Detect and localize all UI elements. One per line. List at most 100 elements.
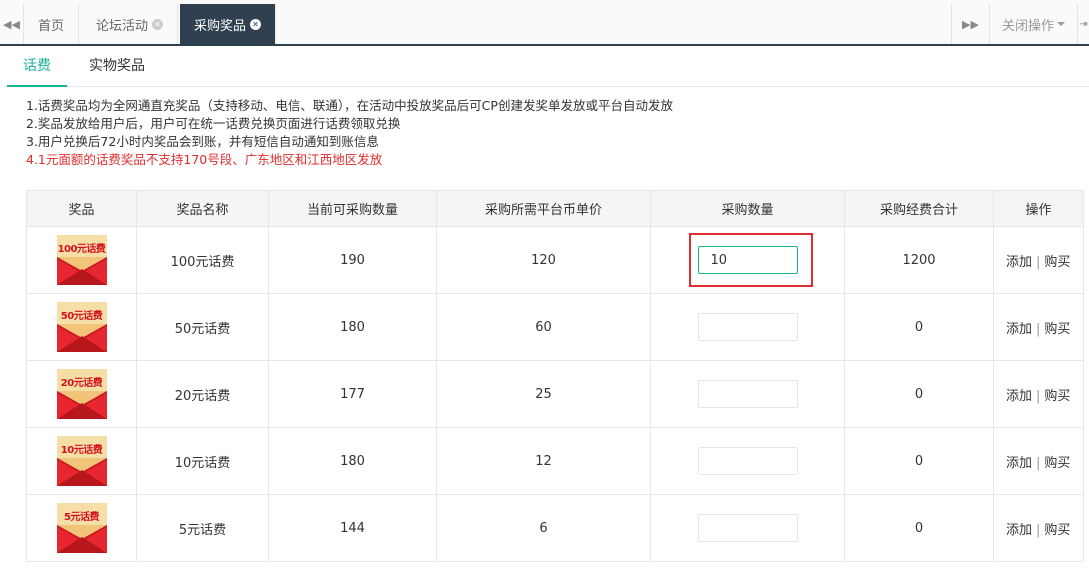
available-quantity: 190: [268, 226, 437, 294]
quantity-cell: [650, 427, 845, 495]
tab-label: 话费: [23, 58, 51, 74]
operations-cell: 添加 | 购买: [993, 293, 1084, 361]
note-line: 2.奖品发放给用户后，用户可在统一话费兑换页面进行话费领取兑换: [26, 116, 401, 131]
close-icon[interactable]: ✕: [250, 18, 262, 30]
table-row: 50元话费 50元话费 180 60 0 添加 | 购买: [26, 293, 1084, 361]
column-header: 采购经费合计: [844, 190, 994, 227]
prize-image-cell: 10元话费: [26, 427, 137, 495]
table-row: 5元话费 5元话费 144 6 0 添加 | 购买: [26, 494, 1084, 562]
table-header-row: 奖品 奖品名称 当前可采购数量 采购所需平台币单价 采购数量 采购经费合计 操作: [26, 190, 1084, 227]
red-envelope-image: 20元话费: [56, 369, 107, 419]
total-cost: 1200: [844, 226, 994, 294]
separator: |: [1036, 388, 1041, 404]
tab-label: 采购奖品: [194, 18, 247, 34]
prize-image-cell: 50元话费: [26, 293, 137, 361]
unit-price: 25: [436, 360, 651, 428]
quantity-cell: [650, 226, 845, 294]
total-cost: 0: [844, 360, 994, 428]
close-operations-label: 关闭操作: [1001, 18, 1054, 34]
add-link[interactable]: 添加: [1006, 322, 1032, 337]
envelope-label: 20元话费: [60, 378, 103, 389]
envelope-label: 50元话费: [60, 311, 103, 322]
available-quantity: 180: [268, 427, 437, 495]
tab-purchase-prizes[interactable]: 采购奖品 ✕: [180, 4, 277, 44]
unit-price: 120: [436, 226, 651, 294]
table-row: 20元话费 20元话费 177 25 0 添加 | 购买: [26, 360, 1084, 428]
envelope-label: 5元话费: [64, 512, 99, 523]
envelope-label: 10元话费: [60, 445, 103, 456]
available-quantity: 144: [268, 494, 437, 562]
close-operations-dropdown[interactable]: 关闭操作: [989, 4, 1077, 44]
quantity-input[interactable]: [697, 447, 798, 475]
red-envelope-image: 50元话费: [56, 302, 107, 352]
prize-image-cell: 100元话费: [26, 226, 137, 294]
buy-link[interactable]: 购买: [1044, 255, 1070, 270]
red-envelope-image: 10元话费: [56, 436, 107, 486]
buy-link[interactable]: 购买: [1044, 322, 1070, 337]
operations-cell: 添加 | 购买: [993, 226, 1084, 294]
separator: |: [1036, 321, 1041, 337]
operations-cell: 添加 | 购买: [993, 360, 1084, 428]
prize-name: 5元话费: [136, 494, 269, 562]
add-link[interactable]: 添加: [1006, 255, 1032, 270]
column-header: 采购数量: [650, 190, 845, 227]
envelope-label: 100元话费: [57, 244, 106, 255]
caret-down-icon: [1057, 22, 1065, 26]
instructions: 1.话费奖品均为全网通直充奖品（支持移动、电信、联通），在活动中投放奖品后可CP…: [26, 97, 673, 169]
quantity-input[interactable]: [697, 514, 798, 542]
buy-link[interactable]: 购买: [1044, 389, 1070, 404]
table-row: 100元话费 100元话费 190 120 1200 添加 |购买: [26, 226, 1084, 294]
quantity-cell: [650, 293, 845, 361]
separator: |: [1036, 522, 1041, 538]
double-chevron-left-icon[interactable]: ◀◀: [0, 4, 24, 44]
quantity-input[interactable]: [697, 313, 798, 341]
prize-name: 100元话费: [136, 226, 269, 294]
separator: |: [1036, 455, 1041, 471]
table-row: 10元话费 10元话费 180 12 0 添加 | 购买: [26, 427, 1084, 495]
separator: |: [1036, 254, 1041, 270]
add-link[interactable]: 添加: [1006, 523, 1032, 538]
quantity-cell: [650, 360, 845, 428]
tab-label: 论坛活动: [96, 18, 149, 34]
tab-phone-credit[interactable]: 话费: [7, 48, 67, 87]
available-quantity: 180: [268, 293, 437, 361]
prize-name: 50元话费: [136, 293, 269, 361]
red-envelope-image: 100元话费: [56, 235, 107, 285]
double-chevron-right-icon[interactable]: ▶▶: [951, 4, 989, 44]
total-cost: 0: [844, 427, 994, 495]
quantity-input[interactable]: [697, 246, 798, 274]
note-line-warning: 4.1元面额的话费奖品不支持170号段、广东地区和江西地区发放: [26, 152, 383, 167]
add-link[interactable]: 添加: [1006, 389, 1032, 404]
add-link[interactable]: 添加: [1006, 456, 1032, 471]
prize-name: 10元话费: [136, 427, 269, 495]
tab-label: 实物奖品: [89, 58, 145, 74]
note-line: 3.用户兑换后72小时内奖品会到账，并有短信自动通知到账信息: [26, 134, 379, 149]
unit-price: 12: [436, 427, 651, 495]
prize-image-cell: 5元话费: [26, 494, 137, 562]
prize-image-cell: 20元话费: [26, 360, 137, 428]
top-tab-bar: ◀◀ 首页 论坛活动 ✕ 采购奖品 ✕ ▶▶ 关闭操作 ⇥: [0, 0, 1089, 46]
prize-table: 奖品 奖品名称 当前可采购数量 采购所需平台币单价 采购数量 采购经费合计 操作…: [26, 190, 1084, 562]
prize-type-tabs: 话费 实物奖品: [4, 48, 1089, 87]
unit-price: 6: [436, 494, 651, 562]
close-icon[interactable]: ✕: [152, 18, 164, 30]
buy-link[interactable]: 购买: [1044, 523, 1070, 538]
column-header: 当前可采购数量: [268, 190, 437, 227]
column-header: 操作: [993, 190, 1084, 227]
exit-icon[interactable]: ⇥: [1077, 4, 1089, 44]
quantity-input[interactable]: [697, 380, 798, 408]
note-line: 1.话费奖品均为全网通直充奖品（支持移动、电信、联通），在活动中投放奖品后可CP…: [26, 98, 673, 113]
column-header: 采购所需平台币单价: [436, 190, 651, 227]
tab-home[interactable]: 首页: [24, 4, 80, 44]
red-envelope-image: 5元话费: [56, 503, 107, 553]
quantity-cell: [650, 494, 845, 562]
prize-name: 20元话费: [136, 360, 269, 428]
tab-physical-prizes[interactable]: 实物奖品: [73, 48, 161, 87]
total-cost: 0: [844, 494, 994, 562]
buy-link[interactable]: 购买: [1044, 456, 1070, 471]
operations-cell: 添加 | 购买: [993, 494, 1084, 562]
tab-label: 首页: [38, 18, 65, 34]
tab-forum-activity[interactable]: 论坛活动 ✕: [82, 4, 179, 44]
available-quantity: 177: [268, 360, 437, 428]
total-cost: 0: [844, 293, 994, 361]
